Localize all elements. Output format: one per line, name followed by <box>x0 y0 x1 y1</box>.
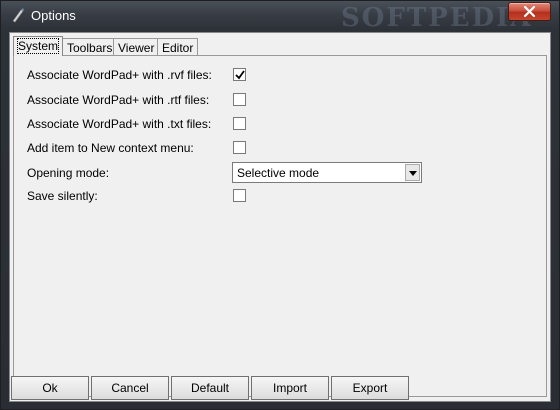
tab-toolbars-label: Toolbars <box>67 41 113 55</box>
opening-mode-select[interactable]: Selective mode <box>232 162 422 183</box>
tab-editor[interactable]: Editor <box>157 38 199 55</box>
option-rtf-checkbox[interactable] <box>233 93 246 106</box>
system-tab-panel: Associate WordPad+ with .rvf files: Asso… <box>13 55 547 397</box>
save-silently-checkbox[interactable] <box>233 189 246 202</box>
tab-system-label: System <box>16 38 60 54</box>
close-icon <box>523 5 536 18</box>
options-window: SOFTPEDIA Options System Toolbars Viewer <box>0 0 560 410</box>
opening-mode-label: Opening mode: <box>27 166 110 180</box>
close-button[interactable] <box>508 2 551 21</box>
option-rvf-label: Associate WordPad+ with .rvf files: <box>27 68 212 82</box>
window-title: Options <box>31 8 76 23</box>
save-silently-label: Save silently: <box>27 189 98 203</box>
app-icon <box>12 8 24 23</box>
softpedia-watermark: SOFTPEDIA <box>341 3 533 31</box>
opening-mode-value: Selective mode <box>237 166 320 180</box>
option-txt-label: Associate WordPad+ with .txt files: <box>27 117 212 131</box>
option-context-menu-checkbox[interactable] <box>233 141 246 154</box>
option-rvf-checkbox[interactable] <box>233 68 246 81</box>
tab-toolbars[interactable]: Toolbars <box>62 38 118 55</box>
tab-editor-label: Editor <box>162 41 194 55</box>
import-button[interactable]: Import <box>251 376 329 400</box>
cancel-button[interactable]: Cancel <box>91 376 169 400</box>
checkmark-icon <box>235 70 245 80</box>
title-bar[interactable]: SOFTPEDIA Options <box>1 1 559 31</box>
option-context-menu-label: Add item to New context menu: <box>27 141 194 155</box>
dialog-client: System Toolbars Viewer Editor Associate … <box>9 32 551 402</box>
chevron-down-icon <box>409 171 417 176</box>
default-button[interactable]: Default <box>171 376 249 400</box>
export-button[interactable]: Export <box>331 376 409 400</box>
tab-system[interactable]: System <box>13 36 64 56</box>
opening-mode-dropdown-button[interactable] <box>405 164 420 181</box>
tab-viewer[interactable]: Viewer <box>113 38 160 55</box>
button-bar: Ok Cancel Default Import Export <box>10 375 550 401</box>
ok-button[interactable]: Ok <box>11 376 89 400</box>
tab-viewer-label: Viewer <box>118 41 155 55</box>
option-rtf-label: Associate WordPad+ with .rtf files: <box>27 93 210 107</box>
option-txt-checkbox[interactable] <box>233 117 246 130</box>
